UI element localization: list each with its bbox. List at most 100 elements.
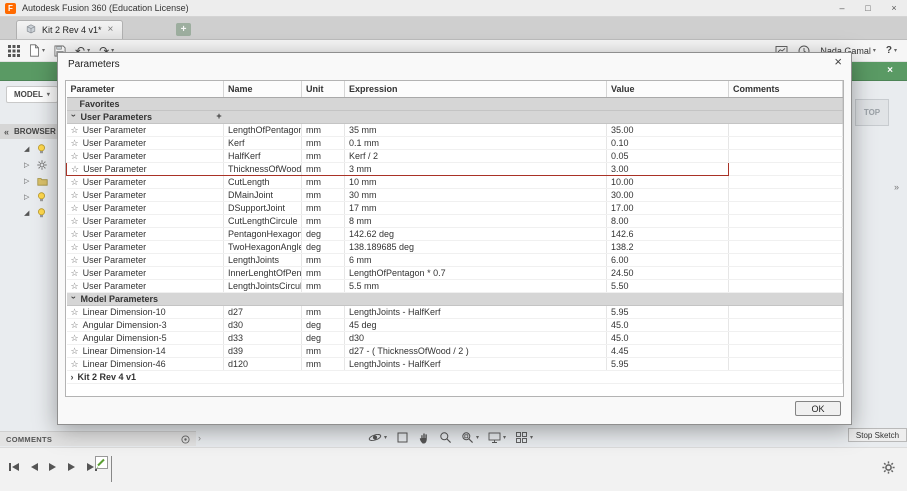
parameter-row[interactable]: ☆ Angular Dimension-3 d30 deg 45 deg 45.0 [66,318,843,332]
favorite-star-icon[interactable]: ☆ [71,320,79,330]
name-cell[interactable]: LengthOfPentagon [223,123,302,137]
parameter-row[interactable]: ☆ User Parameter CutLength mm 10 mm 10.00 [66,175,843,189]
expand-panel-icon[interactable]: » [894,182,899,192]
name-cell[interactable]: d120 [223,357,302,371]
name-cell[interactable]: DMainJoint [223,188,302,202]
comment-cell[interactable] [728,318,843,332]
pan-button[interactable] [418,431,430,444]
favorite-star-icon[interactable]: ☆ [71,164,79,174]
expression-cell[interactable]: d27 - ( ThicknessOfWood / 2 ) [344,344,607,358]
name-cell[interactable]: d39 [223,344,302,358]
name-cell[interactable]: CutLengthCircule [223,214,302,228]
name-cell[interactable]: d27 [223,305,302,319]
data-panel-button[interactable] [8,44,20,57]
zoom-window-button[interactable]: ▾ [461,431,479,444]
expression-cell[interactable]: 3 mm [344,162,607,176]
parameter-row[interactable]: ☆ User Parameter Kerf mm 0.1 mm 0.10 [66,136,843,150]
stop-sketch-button[interactable]: Stop Sketch [848,428,907,442]
expand-triangle-icon[interactable]: ◢ [24,210,32,217]
display-settings-button[interactable]: ▾ [488,431,506,444]
chevron-right-icon[interactable]: › [71,372,74,382]
minimize-button[interactable]: – [829,0,855,16]
favorite-star-icon[interactable]: ☆ [71,190,79,200]
parameter-row[interactable]: ☆ User Parameter HalfKerf mm Kerf / 2 0.05 [66,149,843,163]
collapsed-group-row[interactable]: › Kit 2 Rev 4 v1 [66,370,843,384]
name-cell[interactable]: Kerf [223,136,302,150]
group-header-cell[interactable]: › User Parameters + [66,110,843,124]
orbit-button[interactable]: ▾ [368,431,387,444]
dialog-close-icon[interactable]: × [834,55,842,68]
comment-cell[interactable] [728,240,843,254]
name-cell[interactable]: InnerLenghtOfPent... [223,266,302,280]
name-cell[interactable]: TwoHexagonAngle [223,240,302,254]
comment-cell[interactable] [728,227,843,241]
favorite-star-icon[interactable]: ☆ [71,281,79,291]
comment-cell[interactable] [728,123,843,137]
expand-triangle-icon[interactable]: ▷ [24,194,32,201]
favorite-star-icon[interactable]: ☆ [71,242,79,252]
grid-layout-button[interactable]: ▾ [515,431,533,444]
parameter-row[interactable]: ☆ User Parameter TwoHexagonAngle deg 138.189… [66,240,843,254]
name-cell[interactable]: DSupportJoint [223,201,302,215]
favorite-star-icon[interactable]: ☆ [71,307,79,317]
target-icon[interactable] [181,434,190,444]
favorite-star-icon[interactable]: ☆ [71,203,79,213]
expand-triangle-icon[interactable]: ▷ [24,178,32,185]
comment-cell[interactable] [728,305,843,319]
name-cell[interactable]: ThicknessOfWood [223,162,302,176]
expression-cell[interactable]: 8 mm [344,214,607,228]
parameter-row[interactable]: ☆ User Parameter ThicknessOfWood mm 3 mm 3.00 [66,162,843,176]
help-button[interactable]: ? ▾ [886,45,897,56]
favorite-star-icon[interactable]: ☆ [71,346,79,356]
comment-cell[interactable] [728,149,843,163]
parameter-row[interactable]: ☆ User Parameter LengthOfPentagon mm 35 mm 35… [66,123,843,137]
chevron-down-icon[interactable]: › [69,296,79,302]
favorite-star-icon[interactable]: ☆ [71,268,79,278]
step-forward-icon[interactable] [67,462,77,472]
workspace-selector[interactable]: MODEL ▾ [6,86,58,103]
group-header-row[interactable]: Favorites [66,97,843,111]
favorite-star-icon[interactable]: ☆ [71,359,79,369]
comment-cell[interactable] [728,253,843,267]
comment-cell[interactable] [728,175,843,189]
collapse-panel-icon[interactable]: « [4,127,9,137]
comments-expand-icon[interactable]: › [198,433,201,443]
group-header-row[interactable]: › User Parameters + [66,110,843,124]
name-cell[interactable]: d33 [223,331,302,345]
name-cell[interactable]: PentagonHexagon... [223,227,302,241]
group-header-cell[interactable]: › Kit 2 Rev 4 v1 [66,370,843,384]
parameter-row[interactable]: ☆ Linear Dimension-10 d27 mm LengthJoints - … [66,305,843,319]
comment-cell[interactable] [728,162,843,176]
new-tab-button[interactable]: + [176,23,191,36]
expression-cell[interactable]: 30 mm [344,188,607,202]
expression-cell[interactable]: LengthJoints - HalfKerf [344,357,607,371]
comment-cell[interactable] [728,201,843,215]
group-header-cell[interactable]: Favorites [66,97,843,111]
expand-triangle-icon[interactable]: ▷ [24,162,32,169]
parameter-row[interactable]: ☆User ParameterInnerLenghtOfPent...mmLen… [66,266,843,280]
expression-cell[interactable]: 17 mm [344,201,607,215]
name-cell[interactable]: CutLength [223,175,302,189]
close-sketch-palette-icon[interactable]: × [887,65,893,76]
comment-cell[interactable] [728,214,843,228]
zoom-button[interactable] [439,431,452,444]
parameter-row[interactable]: ☆User ParameterPentagonHexagon...deg142.… [66,227,843,241]
expression-cell[interactable]: 35 mm [344,123,607,137]
expression-cell[interactable]: 142.62 deg [344,227,607,241]
timeline-playhead[interactable] [111,456,112,482]
favorite-star-icon[interactable]: ☆ [71,125,79,135]
parameter-row[interactable]: ☆ Linear Dimension-46 d120 mm LengthJoints -… [66,357,843,371]
window-close-button[interactable]: × [881,0,907,16]
favorite-star-icon[interactable]: ☆ [71,138,79,148]
comment-cell[interactable] [728,188,843,202]
expression-cell[interactable]: LengthOfPentagon * 0.7 [344,266,607,280]
expression-cell[interactable]: LengthJoints - HalfKerf [344,305,607,319]
group-header-cell[interactable]: › Model Parameters [66,292,843,306]
group-header-row[interactable]: › Model Parameters [66,292,843,306]
comment-cell[interactable] [728,279,843,293]
name-cell[interactable]: LengthJointsCircule [223,279,302,293]
timeline-settings-button[interactable] [882,461,895,479]
expression-cell[interactable]: 138.189685 deg [344,240,607,254]
favorite-star-icon[interactable]: ☆ [71,177,79,187]
timeline-sketch-marker[interactable] [95,456,108,474]
